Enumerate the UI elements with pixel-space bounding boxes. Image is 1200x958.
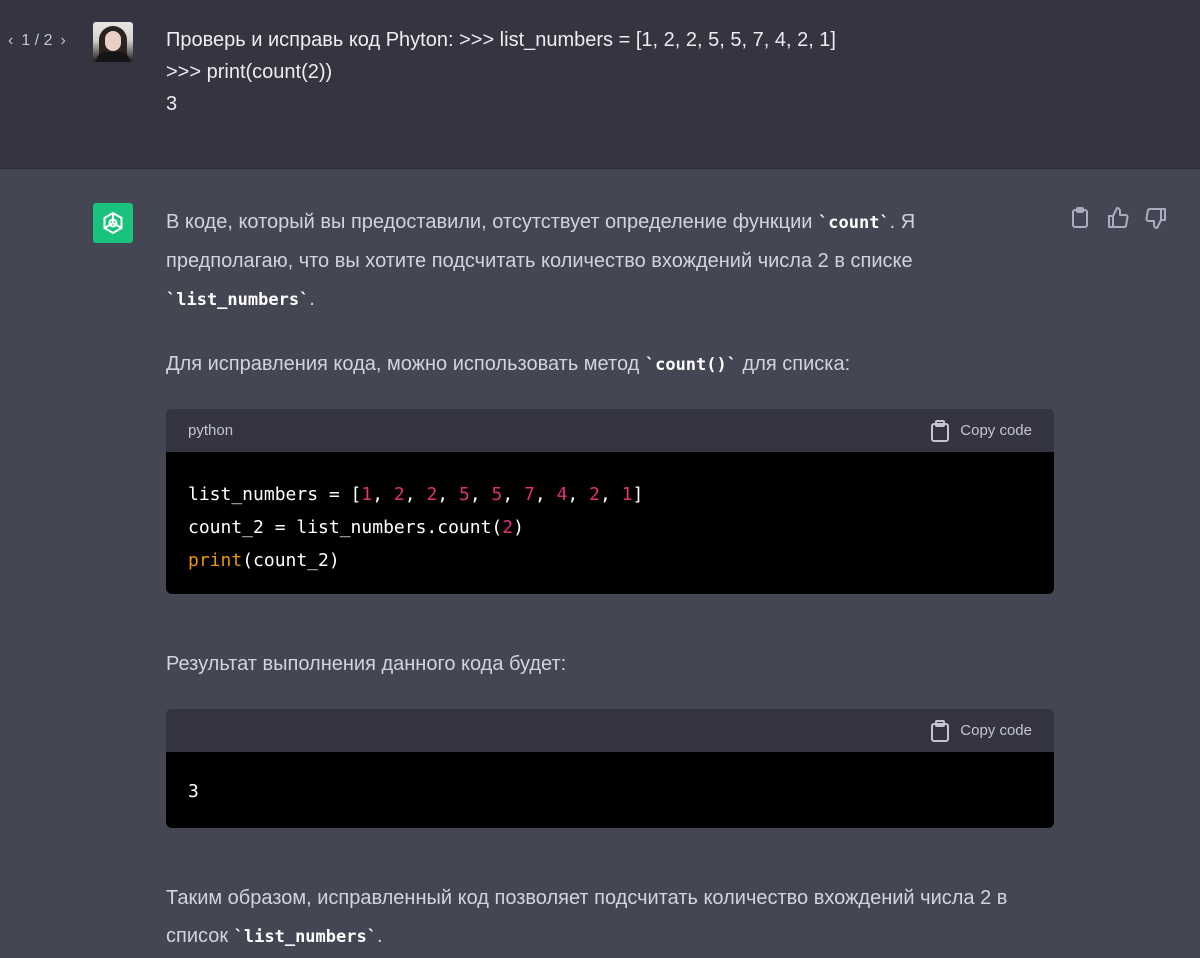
- thumbs-down-icon[interactable]: [1144, 206, 1168, 230]
- copy-code-button[interactable]: Copy code: [930, 419, 1032, 442]
- pager-label: 1 / 2: [21, 32, 53, 49]
- code-block: python Copy code list_numbers = [1, 2, 2…: [166, 409, 1054, 594]
- assistant-paragraph: В коде, который вы предоставили, отсутст…: [166, 211, 916, 310]
- code-line: 3: [188, 781, 199, 802]
- inline-code: `list_numbers`: [166, 290, 310, 310]
- chevron-left-icon[interactable]: ‹: [6, 32, 15, 50]
- code-content: 3: [166, 752, 1054, 808]
- response-pager: ‹ 1 / 2 ›: [6, 32, 68, 50]
- copy-code-label: Copy code: [960, 722, 1032, 739]
- message-actions: [1068, 206, 1168, 230]
- assistant-paragraph: Таким образом, исправленный код позволяе…: [166, 887, 1008, 947]
- inline-code: `count`: [818, 213, 890, 233]
- user-line: 3: [166, 93, 178, 115]
- user-message-text: Проверь и исправь код Phyton: >>> list_n…: [166, 24, 1126, 120]
- clipboard-icon: [931, 719, 950, 742]
- copy-code-label: Copy code: [960, 422, 1032, 439]
- assistant-paragraph: Для исправления кода, можно использовать…: [166, 353, 851, 375]
- code-line: list_numbers = [1, 2, 2, 5, 5, 7, 4, 2, …: [188, 484, 644, 505]
- user-line: >>> print(count(2)): [166, 61, 333, 83]
- code-language-label: python: [188, 422, 234, 439]
- code-line: count_2 = list_numbers.count(2): [188, 517, 524, 538]
- user-message: ‹ 1 / 2 › Проверь и исправь код Phyton: …: [0, 0, 1200, 169]
- thumbs-up-icon[interactable]: [1106, 206, 1130, 230]
- code-block-header: Copy code: [166, 709, 1054, 752]
- inline-code: `list_numbers`: [233, 927, 377, 947]
- openai-logo-icon: [93, 203, 133, 243]
- code-block: Copy code 3: [166, 709, 1054, 828]
- assistant-paragraph: Результат выполнения данного кода будет:: [166, 653, 567, 675]
- clipboard-icon[interactable]: [1068, 206, 1092, 230]
- clipboard-icon: [931, 419, 950, 442]
- user-avatar: [93, 22, 133, 62]
- code-block-header: python Copy code: [166, 409, 1054, 452]
- inline-code: `count()`: [644, 355, 737, 375]
- chevron-right-icon[interactable]: ›: [58, 32, 67, 50]
- code-content: list_numbers = [1, 2, 2, 5, 5, 7, 4, 2, …: [166, 452, 1054, 577]
- copy-code-button[interactable]: Copy code: [930, 719, 1032, 742]
- user-line: Проверь и исправь код Phyton: >>> list_n…: [166, 29, 836, 51]
- code-line: print(count_2): [188, 550, 340, 571]
